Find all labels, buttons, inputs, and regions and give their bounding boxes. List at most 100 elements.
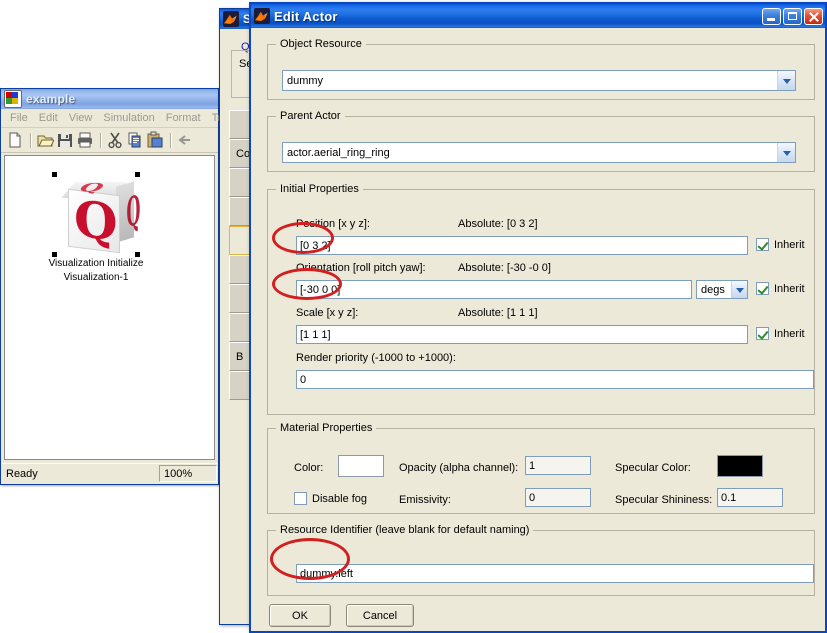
position-input[interactable] bbox=[296, 236, 748, 255]
new-file-icon[interactable] bbox=[6, 131, 24, 149]
menu-format[interactable]: Format bbox=[161, 112, 207, 124]
matlab-icon bbox=[223, 11, 239, 27]
checkbox-box bbox=[756, 282, 769, 295]
dialog-title: Edit Actor bbox=[274, 8, 338, 24]
disable-fog-checkbox[interactable]: Disable fog bbox=[294, 492, 367, 505]
menu-file[interactable]: File bbox=[5, 112, 34, 124]
color-label: Color: bbox=[294, 462, 324, 474]
chevron-down-icon[interactable] bbox=[731, 281, 747, 298]
matlab-icon bbox=[254, 8, 270, 24]
quest3d-cube-icon: Q Q Q bbox=[52, 172, 140, 257]
ok-button[interactable]: OK bbox=[269, 604, 331, 627]
orientation-units-combobox[interactable]: degs bbox=[696, 280, 748, 299]
undo-arrow-icon[interactable] bbox=[176, 131, 194, 149]
opacity-input[interactable] bbox=[525, 456, 591, 475]
status-message: Ready bbox=[6, 467, 38, 480]
material-properties-group: Material Properties Color: Disable fog O… bbox=[267, 422, 815, 514]
opacity-label: Opacity (alpha channel): bbox=[399, 462, 519, 474]
object-resource-combobox[interactable]: dummy bbox=[282, 70, 796, 91]
scale-label: Scale [x y z]: bbox=[296, 307, 359, 319]
object-resource-group: Object Resource dummy bbox=[267, 38, 815, 100]
open-folder-icon[interactable] bbox=[36, 131, 55, 149]
parent-actor-combobox[interactable]: actor.aerial_ring_ring bbox=[282, 142, 796, 163]
emissivity-label: Emissivity: bbox=[399, 494, 451, 506]
example-window-titlebar[interactable]: example bbox=[1, 89, 218, 109]
selection-handle[interactable] bbox=[135, 172, 140, 177]
orientation-units-value: degs bbox=[701, 283, 725, 296]
orientation-absolute-label: Absolute: [-30 -0 0] bbox=[458, 262, 551, 274]
example-model-window: example File Edit View Simulation Format… bbox=[0, 88, 223, 485]
disable-fog-label: Disable fog bbox=[312, 492, 368, 505]
cube-glyph-front: Q bbox=[74, 188, 118, 253]
render-priority-input[interactable] bbox=[296, 370, 814, 389]
menu-edit[interactable]: Edit bbox=[34, 112, 64, 124]
object-resource-value: dummy bbox=[287, 74, 324, 87]
screenshot-root: example File Edit View Simulation Format… bbox=[0, 0, 827, 633]
cancel-button[interactable]: Cancel bbox=[346, 604, 414, 627]
selection-handle[interactable] bbox=[52, 172, 57, 177]
copy-icon[interactable] bbox=[126, 131, 144, 149]
close-button[interactable] bbox=[804, 7, 823, 25]
toolbar-separator bbox=[170, 132, 172, 148]
print-icon[interactable] bbox=[76, 131, 94, 149]
scale-absolute-label: Absolute: [1 1 1] bbox=[458, 307, 538, 319]
scale-input[interactable] bbox=[296, 325, 748, 344]
orientation-inherit-label: Inherit bbox=[774, 282, 805, 295]
parent-actor-group: Parent Actor actor.aerial_ring_ring bbox=[267, 110, 815, 172]
edit-actor-dialog: Edit Actor Object Resource dummy Parent … bbox=[249, 2, 827, 633]
position-inherit-label: Inherit bbox=[774, 238, 805, 251]
parent-actor-value: actor.aerial_ring_ring bbox=[287, 146, 390, 159]
minimize-button[interactable] bbox=[762, 7, 781, 25]
example-statusbar: Ready 100% bbox=[2, 463, 217, 483]
parent-actor-legend: Parent Actor bbox=[280, 110, 341, 122]
orientation-inherit-checkbox[interactable]: Inherit bbox=[756, 282, 805, 295]
specular-color-label: Specular Color: bbox=[615, 462, 691, 474]
window-controls bbox=[762, 7, 823, 25]
checkbox-box bbox=[756, 327, 769, 340]
toolbar-separator bbox=[30, 132, 32, 148]
selection-handle[interactable] bbox=[135, 252, 140, 257]
orientation-label: Orientation [roll pitch yaw]: bbox=[296, 262, 426, 274]
resource-identifier-group: Resource Identifier (leave blank for def… bbox=[267, 524, 815, 596]
resource-identifier-legend: Resource Identifier (leave blank for def… bbox=[280, 524, 530, 536]
orientation-input[interactable] bbox=[296, 280, 692, 299]
selection-handle[interactable] bbox=[52, 252, 57, 257]
block-label-line2: Visualization-1 bbox=[63, 272, 129, 283]
resource-identifier-input[interactable] bbox=[296, 564, 814, 583]
checkbox-box bbox=[294, 492, 307, 505]
color-swatch[interactable] bbox=[338, 455, 384, 477]
toolbar-separator bbox=[100, 132, 102, 148]
render-priority-label: Render priority (-1000 to +1000): bbox=[296, 352, 456, 364]
cut-scissors-icon[interactable] bbox=[106, 131, 124, 149]
visualization-block[interactable]: Q Q Q Visualization Initialize Visualiza… bbox=[36, 172, 156, 284]
example-menubar[interactable]: File Edit View Simulation Format To bbox=[1, 109, 223, 128]
scale-inherit-label: Inherit bbox=[774, 327, 805, 340]
chevron-down-icon[interactable] bbox=[777, 71, 795, 90]
dialog-body: Object Resource dummy Parent Actor actor… bbox=[251, 28, 825, 631]
maximize-button[interactable] bbox=[783, 7, 802, 25]
menu-view[interactable]: View bbox=[64, 112, 99, 124]
status-zoom-level: 100% bbox=[159, 465, 217, 482]
specular-shininess-input[interactable] bbox=[717, 488, 783, 507]
simulink-model-icon bbox=[4, 90, 22, 108]
material-properties-legend: Material Properties bbox=[280, 422, 373, 434]
example-window-title: example bbox=[26, 92, 76, 106]
menu-simulation[interactable]: Simulation bbox=[98, 112, 160, 124]
chevron-down-icon[interactable] bbox=[777, 143, 795, 162]
position-inherit-checkbox[interactable]: Inherit bbox=[756, 238, 805, 251]
initial-properties-legend: Initial Properties bbox=[280, 183, 359, 195]
position-label: Position [x y z]: bbox=[296, 218, 370, 230]
dialog-titlebar[interactable]: Edit Actor bbox=[251, 4, 825, 28]
model-canvas[interactable]: Q Q Q Visualization Initialize Visualiza… bbox=[4, 155, 215, 460]
block-label-line1: Visualization Initialize bbox=[48, 258, 144, 269]
specular-shininess-label: Specular Shininess: bbox=[615, 494, 713, 506]
scale-inherit-checkbox[interactable]: Inherit bbox=[756, 327, 805, 340]
example-toolbar[interactable] bbox=[1, 128, 218, 153]
save-icon[interactable] bbox=[56, 131, 74, 149]
cube-glyph-side: Q bbox=[126, 186, 141, 237]
checkbox-box bbox=[756, 238, 769, 251]
position-absolute-label: Absolute: [0 3 2] bbox=[458, 218, 538, 230]
specular-color-swatch[interactable] bbox=[717, 455, 763, 477]
emissivity-input[interactable] bbox=[525, 488, 591, 507]
paste-icon[interactable] bbox=[146, 131, 164, 149]
